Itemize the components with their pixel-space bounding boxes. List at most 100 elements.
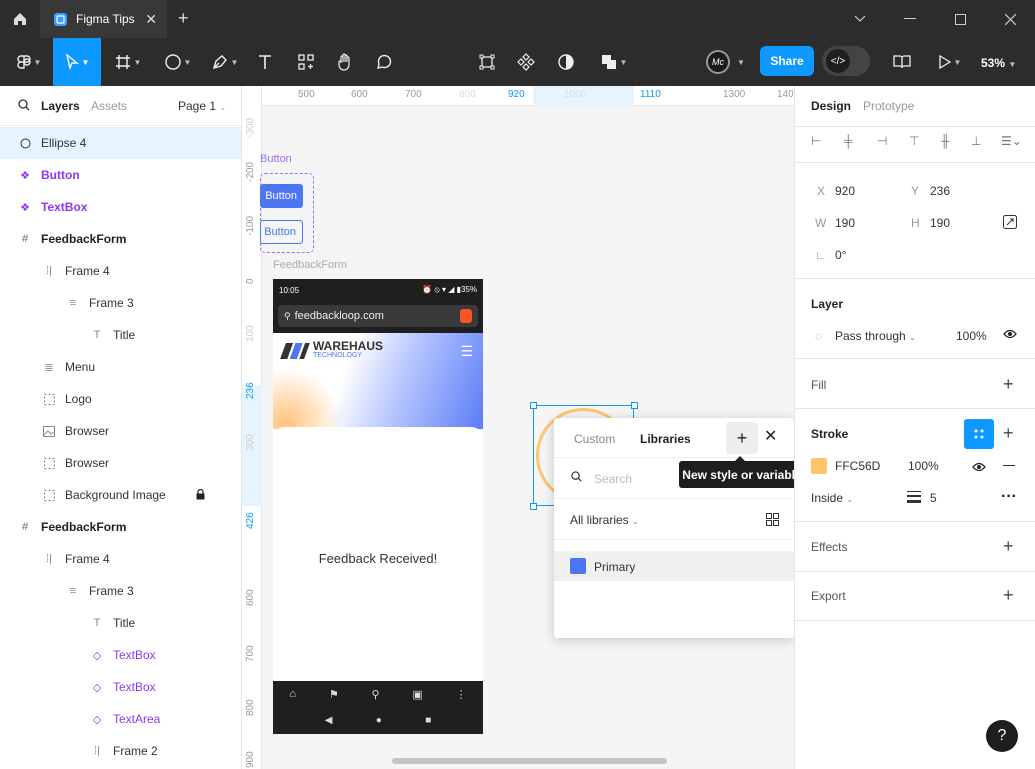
style-picker-button[interactable]: [964, 419, 994, 449]
layer-row[interactable]: ◇ TextArea: [0, 703, 241, 735]
horizontal-scrollbar[interactable]: [392, 758, 667, 764]
new-tab-icon[interactable]: +: [178, 8, 189, 29]
tab-custom[interactable]: Custom: [574, 432, 615, 446]
tab-prototype[interactable]: Prototype: [863, 99, 914, 113]
layer-row[interactable]: ◇ TextBox: [0, 671, 241, 703]
help-button[interactable]: ?: [986, 720, 1018, 752]
dev-mode-toggle[interactable]: </>: [822, 46, 870, 76]
eye-icon[interactable]: [972, 461, 986, 475]
width-input[interactable]: 190: [835, 216, 855, 230]
blend-mode-select[interactable]: Pass through ⌄: [835, 329, 916, 343]
add-style-button[interactable]: +: [726, 422, 758, 454]
home-icon[interactable]: [0, 0, 40, 38]
eye-icon[interactable]: [1003, 328, 1017, 342]
present-button[interactable]: ▼: [932, 38, 968, 86]
zoom-level[interactable]: 53% ▼: [981, 56, 1016, 70]
layer-row[interactable]: ⁞| Frame 4: [0, 255, 241, 287]
stroke-color-swatch[interactable]: [811, 458, 827, 474]
layer-row[interactable]: # FeedbackForm: [0, 223, 241, 255]
tab-layers[interactable]: Layers: [41, 99, 80, 113]
align-right-icon[interactable]: ⊣: [877, 134, 887, 148]
stroke-color-input[interactable]: FFC56D: [835, 459, 880, 473]
close-tab-icon[interactable]: ✕: [145, 11, 157, 28]
layer-row[interactable]: ❖ Button: [0, 159, 241, 191]
layer-row[interactable]: T Title: [0, 319, 241, 351]
share-button[interactable]: Share: [760, 46, 814, 76]
layer-row[interactable]: ⁞| Frame 2: [0, 735, 241, 767]
avatar[interactable]: Mc: [706, 50, 730, 74]
create-component-button[interactable]: [512, 38, 540, 86]
tab-libraries[interactable]: Libraries: [640, 432, 691, 446]
pen-tool-button[interactable]: ▼: [205, 38, 245, 86]
align-left-icon[interactable]: ⊢: [811, 134, 821, 148]
constrain-proportions-icon[interactable]: [1003, 215, 1017, 232]
resize-handle[interactable]: [631, 402, 638, 409]
align-center-h-icon[interactable]: ╪: [844, 134, 853, 148]
resize-handle[interactable]: [530, 503, 537, 510]
minimize-icon[interactable]: [885, 0, 935, 38]
layer-row[interactable]: ≡ Frame 3: [0, 287, 241, 319]
resources-button[interactable]: [292, 38, 320, 86]
layer-row[interactable]: ≡ Frame 3: [0, 575, 241, 607]
resize-handle[interactable]: [530, 402, 537, 409]
comment-tool-button[interactable]: [370, 38, 398, 86]
stroke-position-select[interactable]: Inside ⌄: [811, 491, 853, 505]
avatar-chevron-icon[interactable]: ▼: [737, 58, 745, 67]
file-tab[interactable]: Figma Tips ✕: [40, 0, 167, 38]
maximize-icon[interactable]: [935, 0, 985, 38]
frame-tool-button[interactable]: ▼: [108, 38, 148, 86]
chevron-down-icon[interactable]: [835, 0, 885, 38]
layer-row[interactable]: Background Image: [0, 479, 241, 511]
layer-row[interactable]: Ellipse 4: [0, 127, 241, 159]
more-options-icon[interactable]: ···: [1001, 488, 1017, 506]
layer-row[interactable]: ❖ TextBox: [0, 191, 241, 223]
height-input[interactable]: 190: [930, 216, 950, 230]
button-variant-primary[interactable]: Button: [260, 184, 303, 208]
frame-label[interactable]: FeedbackForm: [273, 259, 347, 271]
main-menu-button[interactable]: ▼: [8, 38, 50, 86]
layer-row[interactable]: ≣ Menu: [0, 351, 241, 383]
layer-row[interactable]: T Title: [0, 607, 241, 639]
crop-tool-button[interactable]: [473, 38, 501, 86]
layer-opacity-input[interactable]: 100%: [956, 329, 987, 343]
boolean-button[interactable]: ▼: [595, 38, 633, 86]
search-icon[interactable]: [18, 99, 30, 114]
align-center-v-icon[interactable]: ╫: [941, 134, 950, 148]
add-fill-icon[interactable]: +: [1003, 375, 1014, 393]
layer-row[interactable]: ⁞| Frame 4: [0, 543, 241, 575]
align-top-icon[interactable]: ⊤: [909, 134, 919, 148]
tab-assets[interactable]: Assets: [91, 99, 127, 113]
close-window-icon[interactable]: [985, 0, 1035, 38]
distribute-icon[interactable]: ☰⌄: [1001, 134, 1022, 148]
tab-design[interactable]: Design: [811, 99, 851, 113]
stroke-opacity-input[interactable]: 100%: [908, 459, 939, 473]
text-tool-button[interactable]: [252, 38, 278, 86]
stroke-weight-input[interactable]: 5: [930, 491, 937, 505]
phone-mockup-frame[interactable]: 10:05 ⏰ ⦸ ▾ ◢ ▮35% ⚲ feedbackloop.com WA…: [273, 279, 483, 734]
library-filter-dropdown[interactable]: All libraries ⌄: [570, 513, 639, 527]
component-set-label[interactable]: Button: [260, 153, 292, 165]
close-icon[interactable]: ✕: [764, 426, 777, 446]
layer-row[interactable]: ◇ TextBox: [0, 639, 241, 671]
style-item[interactable]: Primary: [554, 551, 794, 581]
library-button[interactable]: [888, 38, 916, 86]
align-bottom-icon[interactable]: ⊥: [971, 134, 981, 148]
rotation-input[interactable]: 0°: [835, 248, 846, 262]
layer-row[interactable]: Logo: [0, 383, 241, 415]
add-export-icon[interactable]: +: [1003, 586, 1014, 604]
shape-tool-button[interactable]: ▼: [158, 38, 198, 86]
remove-stroke-icon[interactable]: [1003, 465, 1015, 466]
layer-row[interactable]: Browser: [0, 447, 241, 479]
y-input[interactable]: 236: [930, 184, 950, 198]
mask-button[interactable]: [552, 38, 580, 86]
add-effect-icon[interactable]: +: [1003, 537, 1014, 555]
layer-row[interactable]: Browser: [0, 415, 241, 447]
hand-tool-button[interactable]: [331, 38, 359, 86]
layer-row[interactable]: # FeedbackForm: [0, 511, 241, 543]
button-variant-secondary[interactable]: Button: [260, 220, 303, 244]
add-stroke-icon[interactable]: +: [1003, 424, 1014, 442]
move-tool-button[interactable]: ▼: [53, 38, 101, 86]
lock-icon[interactable]: [196, 488, 205, 503]
x-input[interactable]: 920: [835, 184, 855, 198]
grid-view-icon[interactable]: [766, 513, 779, 529]
